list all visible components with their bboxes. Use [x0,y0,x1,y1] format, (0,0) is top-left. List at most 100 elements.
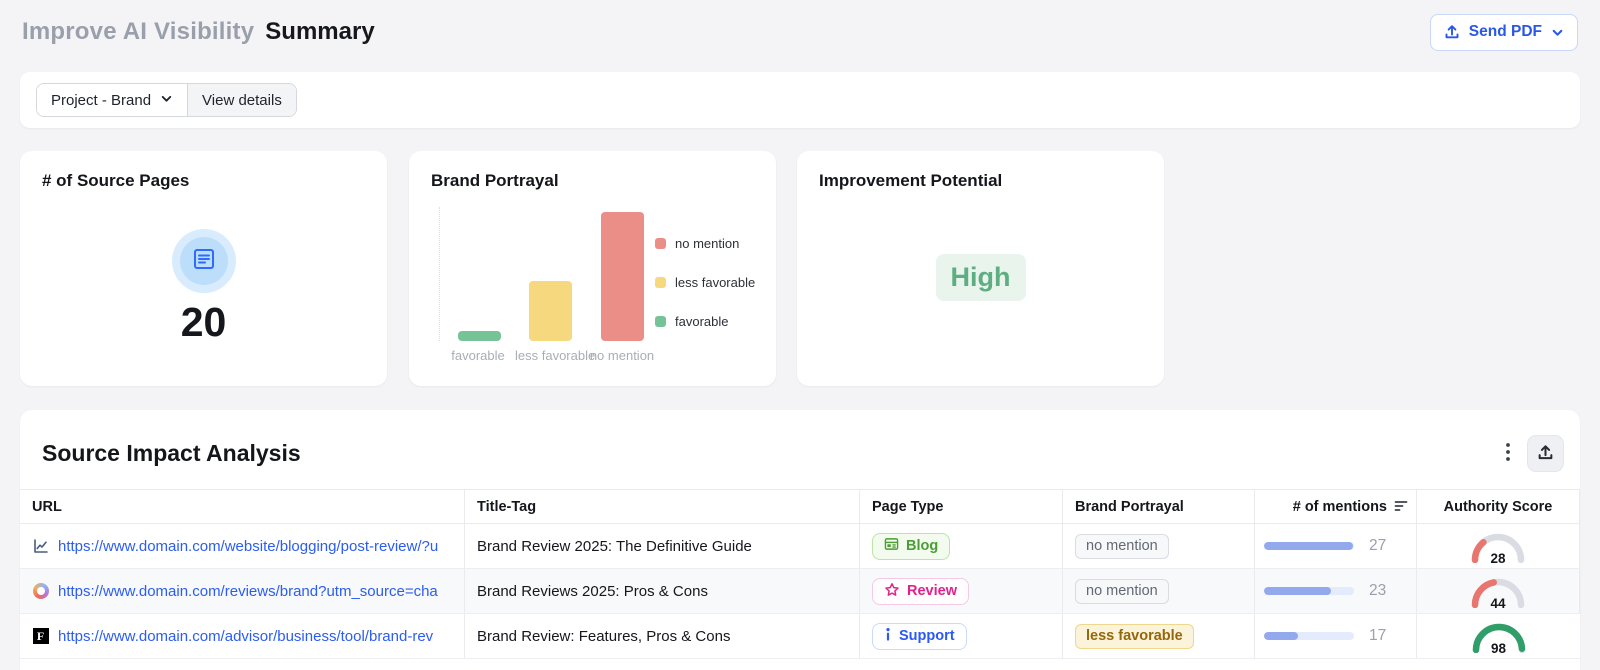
table-row-2-authority-cell: 44 [1417,569,1580,614]
mentions-bar [1264,587,1354,595]
brand-portrayal-card: Brand Portrayal favorable less favorable… [409,151,776,386]
table-row-1-authority-cell: 28 [1417,524,1580,569]
brand-portrayal-badge: less favorable [1075,624,1194,649]
table-row-2-mentions-cell: 23 [1255,569,1417,614]
legend-item-favorable[interactable]: favorable [655,314,761,329]
column-header-authority-score[interactable]: Authority Score [1417,489,1580,524]
page-type-badge: Review [872,578,969,605]
project-control-group: Project - Brand View details [36,83,297,117]
source-pages-value: 20 [20,299,387,346]
legend-swatch [655,316,666,327]
document-icon-badge [172,229,236,293]
column-header-url[interactable]: URL [20,489,465,524]
column-header-page-type[interactable]: Page Type [860,489,1063,524]
mentions-bar [1264,542,1354,550]
project-selector-value: Project - Brand [51,92,151,109]
chart-legend: no mention less favorable favorable [655,236,761,329]
sort-descending-icon [1394,499,1408,515]
source-impact-analysis-card: Source Impact Analysis URL Ti [20,410,1580,670]
authority-score-gauge: 28 [1470,529,1526,563]
column-header-title-tag[interactable]: Title-Tag [465,489,860,524]
table-row-3-url-cell: F https://www.domain.com/advisor/busines… [20,614,465,659]
x-label-less-favorable: less favorable [515,348,585,363]
table-row-1-brand-portrayal-cell: no mention [1063,524,1255,569]
authority-score-value: 28 [1470,551,1526,566]
chart-plot-area [439,207,657,341]
source-pages-card-title: # of Source Pages [42,171,189,191]
browser-window-icon [884,537,899,555]
authority-score-gauge: 98 [1471,619,1527,653]
chart-x-axis-labels: favorable less favorable no mention [439,348,657,363]
star-icon [884,582,900,601]
table-row-2-title-cell: Brand Reviews 2025: Pros & Cons [465,569,860,614]
mentions-bar [1264,632,1354,640]
column-header-brand-portrayal[interactable]: Brand Portrayal [1063,489,1255,524]
table-row-3-authority-cell: 98 [1417,614,1580,659]
authority-score-value: 98 [1471,641,1527,656]
table-row-3-mentions-cell: 17 [1255,614,1417,659]
document-icon [191,246,217,277]
row-url-link[interactable]: https://www.domain.com/reviews/brand?utm… [58,583,438,600]
legend-swatch [655,238,666,249]
x-label-no-mention: no mention [587,348,657,363]
page-title-summary: Summary [265,18,374,46]
improve-ai-visibility-page: Improve AI Visibility Summary Send PDF P… [0,0,1600,670]
upload-icon [1537,444,1554,464]
table-row-2-page-type-cell: Review [860,569,1063,614]
chevron-down-icon [1551,26,1564,39]
analysis-title: Source Impact Analysis [42,440,301,467]
page-title: Improve AI Visibility Summary [22,18,375,46]
brand-portrayal-badge: no mention [1075,579,1169,604]
brand-portrayal-chart: favorable less favorable no mention [439,207,657,363]
page-type-badge: Blog [872,533,950,560]
x-label-favorable: favorable [443,348,513,363]
table-row-1-title-cell: Brand Review 2025: The Definitive Guide [465,524,860,569]
view-details-button[interactable]: View details [187,84,296,116]
brand-portrayal-badge: no mention [1075,534,1169,559]
line-chart-favicon [32,538,49,555]
page-title-section: Improve AI Visibility [22,18,254,46]
table-row-1-mentions-cell: 27 [1255,524,1417,569]
legend-item-less-favorable[interactable]: less favorable [655,275,761,290]
table-row-2-url-cell: https://www.domain.com/reviews/brand?utm… [20,569,465,614]
improvement-potential-card: Improvement Potential High [797,151,1164,386]
chevron-down-icon [160,92,173,109]
authority-score-value: 44 [1470,596,1526,611]
view-details-label: View details [202,92,282,109]
table-row-3-brand-portrayal-cell: less favorable [1063,614,1255,659]
analysis-menu-button[interactable] [1493,436,1523,472]
table-row-2-brand-portrayal-cell: no mention [1063,569,1255,614]
bar-no-mention [601,212,644,341]
legend-item-no-mention[interactable]: no mention [655,236,761,251]
filters-toolbar: Project - Brand View details [20,72,1580,128]
table-row-3-page-type-cell: Support [860,614,1063,659]
mentions-value: 17 [1369,627,1386,645]
bar-less-favorable [529,281,572,341]
table-row-1-url-cell: https://www.domain.com/website/blogging/… [20,524,465,569]
upload-icon [1444,24,1460,40]
brand-portrayal-card-title: Brand Portrayal [431,171,559,191]
column-header-mentions[interactable]: # of mentions [1255,489,1417,524]
mentions-value: 27 [1369,537,1386,555]
improvement-potential-card-title: Improvement Potential [819,171,1002,191]
row-url-link[interactable]: https://www.domain.com/website/blogging/… [58,538,438,555]
authority-score-gauge: 44 [1470,574,1526,608]
table-row-1-page-type-cell: Blog [860,524,1063,569]
f-letter-favicon: F [32,628,49,645]
row-url-link[interactable]: https://www.domain.com/advisor/business/… [58,628,433,645]
project-selector[interactable]: Project - Brand [37,84,187,116]
legend-swatch [655,277,666,288]
analysis-header: Source Impact Analysis [20,410,1580,489]
bar-favorable [458,331,501,341]
send-pdf-label: Send PDF [1469,23,1542,41]
page-type-badge: Support [872,623,967,650]
improvement-potential-value: High [936,254,1026,301]
kebab-menu-icon [1506,443,1510,464]
table-row-3-title-cell: Brand Review: Features, Pros & Cons [465,614,860,659]
source-pages-card: # of Source Pages 20 [20,151,387,386]
mentions-value: 23 [1369,582,1386,600]
export-button[interactable] [1527,435,1564,472]
swirl-favicon [32,583,49,600]
send-pdf-button[interactable]: Send PDF [1430,14,1578,51]
info-icon [884,627,892,646]
